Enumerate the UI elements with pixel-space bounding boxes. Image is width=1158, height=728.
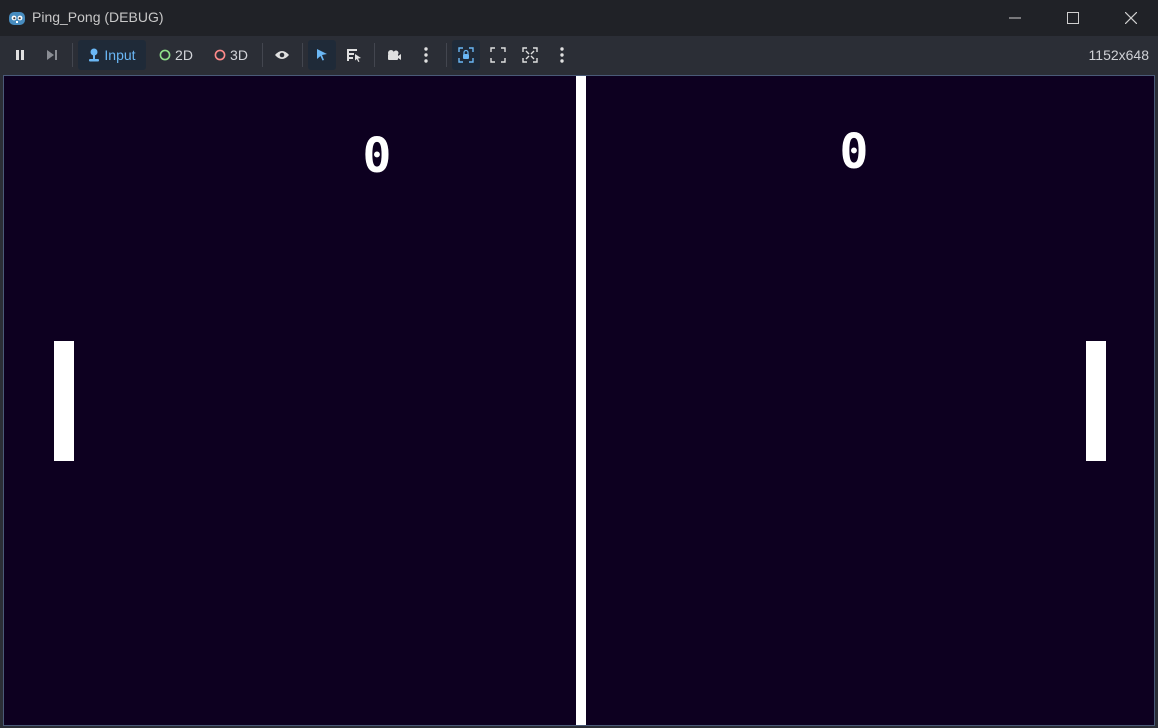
right-score: 0	[839, 124, 869, 180]
game-viewport[interactable]: 0 0	[3, 75, 1155, 726]
step-forward-icon	[47, 50, 57, 60]
embed-window-icon	[458, 47, 474, 63]
3d-node-icon	[214, 49, 226, 61]
game-toolbar: Input 2D 3D 1152x648	[0, 36, 1158, 74]
embed-options-menu-button[interactable]	[548, 40, 576, 70]
window-title: Ping_Pong (DEBUG)	[32, 9, 164, 25]
more-options-icon	[560, 47, 564, 63]
camera-button[interactable]	[380, 40, 408, 70]
input-label: Input	[104, 47, 136, 63]
close-button[interactable]	[1102, 0, 1158, 36]
mode-3d-label: 3D	[230, 47, 248, 63]
keep-aspect-button[interactable]	[452, 40, 480, 70]
mode-2d-button[interactable]: 2D	[152, 40, 200, 70]
cursor-arrow-icon	[317, 49, 327, 61]
godot-icon	[8, 9, 26, 27]
right-paddle	[1086, 341, 1106, 461]
maximize-icon	[1067, 12, 1079, 24]
resolution-label: 1152x648	[1088, 47, 1149, 63]
select-button[interactable]	[308, 40, 336, 70]
pause-icon	[16, 50, 24, 60]
joystick-icon	[89, 48, 100, 62]
mode-3d-button[interactable]: 3D	[206, 40, 256, 70]
2d-node-icon	[159, 49, 171, 61]
close-icon	[1125, 12, 1137, 24]
next-frame-button[interactable]	[38, 40, 66, 70]
list-select-icon	[347, 49, 361, 62]
input-toggle-button[interactable]: Input	[78, 40, 146, 70]
center-net	[576, 76, 586, 725]
mode-2d-label: 2D	[175, 47, 193, 63]
maximize-button[interactable]	[1044, 0, 1102, 36]
minimize-icon	[1009, 17, 1021, 19]
more-options-icon	[424, 47, 428, 63]
left-paddle	[54, 341, 74, 461]
fullscreen-button[interactable]	[516, 40, 544, 70]
camera-options-menu-button[interactable]	[412, 40, 440, 70]
fullscreen-icon	[522, 47, 538, 63]
minimize-button[interactable]	[986, 0, 1044, 36]
expand-icon	[490, 47, 506, 63]
pause-button[interactable]	[6, 40, 34, 70]
title-bar: Ping_Pong (DEBUG)	[0, 0, 1158, 36]
left-score: 0	[362, 128, 392, 184]
list-select-button[interactable]	[340, 40, 368, 70]
camera-icon	[388, 50, 401, 60]
eye-icon	[275, 51, 289, 59]
fit-view-button[interactable]	[484, 40, 512, 70]
visibility-button[interactable]	[268, 40, 296, 70]
